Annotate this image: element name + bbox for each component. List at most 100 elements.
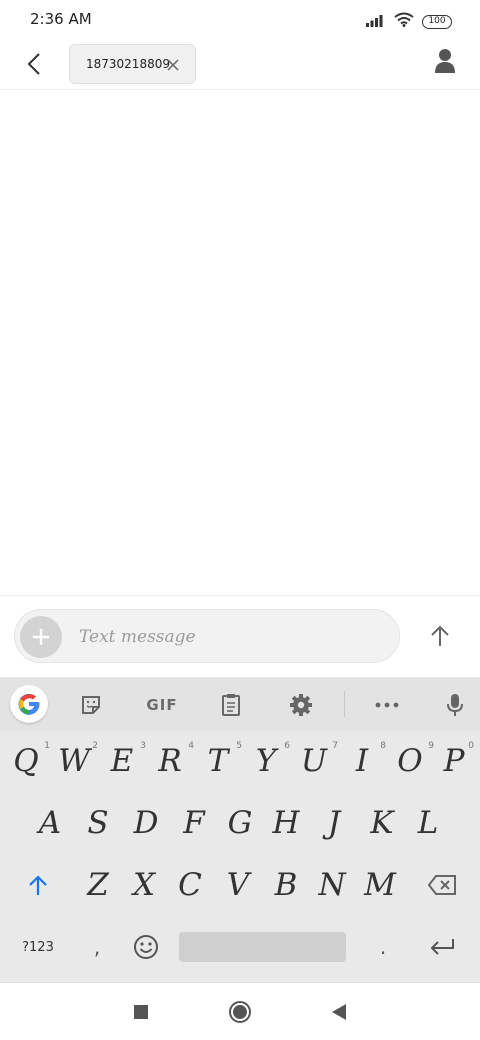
key-label: Q <box>13 743 39 779</box>
key-u[interactable]: 7U <box>292 733 338 789</box>
settings-button[interactable] <box>282 686 320 724</box>
back-button[interactable] <box>18 48 50 80</box>
key-q[interactable]: 1Q <box>4 733 50 789</box>
key-g[interactable]: G <box>218 795 262 851</box>
key-label: L <box>417 805 439 841</box>
remove-recipient-button[interactable] <box>166 57 180 71</box>
google-search-button[interactable] <box>10 685 48 723</box>
key-label: D <box>133 805 159 841</box>
key-a[interactable]: A <box>28 795 72 851</box>
close-icon <box>167 59 179 71</box>
gear-icon <box>290 694 312 716</box>
shift-arrow-icon <box>29 875 47 895</box>
symbols-key[interactable]: ?123 <box>16 925 60 969</box>
key-y[interactable]: 6Y <box>244 733 290 789</box>
key-w[interactable]: 2W <box>52 733 98 789</box>
back-nav-button[interactable] <box>324 997 354 1027</box>
status-icons: 100 <box>366 12 452 31</box>
emoji-key[interactable] <box>124 925 168 969</box>
key-k[interactable]: K <box>360 795 404 851</box>
voice-input-button[interactable] <box>436 686 474 724</box>
key-label: Y <box>255 743 277 779</box>
enter-key[interactable] <box>420 925 464 969</box>
more-button[interactable] <box>368 686 406 724</box>
key-h[interactable]: H <box>264 795 308 851</box>
key-m[interactable]: M <box>358 857 402 913</box>
recents-button[interactable] <box>126 997 156 1027</box>
key-s[interactable]: S <box>76 795 120 851</box>
key-label: I <box>355 743 369 779</box>
key-label: F <box>183 805 205 841</box>
google-icon <box>18 693 40 715</box>
key-label: G <box>227 805 253 841</box>
person-icon <box>435 49 455 73</box>
period-key[interactable]: . <box>366 925 400 969</box>
key-label: H <box>272 805 300 841</box>
key-o[interactable]: 9O <box>388 733 434 789</box>
key-c[interactable]: C <box>168 857 212 913</box>
signal-icon <box>366 12 386 31</box>
comma-key[interactable]: , <box>80 925 114 969</box>
key-d[interactable]: D <box>124 795 168 851</box>
send-button[interactable] <box>424 620 456 652</box>
key-hint: 1 <box>44 741 50 751</box>
keyboard: G I F 1 Q 2 W 3 E 4 R 5 T 6 Y 7 U 8 I 9 O … <box>0 677 480 982</box>
back-triangle-icon <box>332 1004 346 1020</box>
clipboard-icon <box>222 694 240 716</box>
message-list[interactable] <box>0 91 480 595</box>
plus-icon <box>33 629 49 645</box>
key-i[interactable]: 8I <box>340 733 386 789</box>
keyboard-toolbar: GIF <box>0 677 480 731</box>
key-label: R <box>158 743 182 779</box>
key-label: O <box>397 743 423 779</box>
key-t[interactable]: 5T <box>196 733 242 789</box>
home-button[interactable] <box>225 997 255 1027</box>
more-icon <box>375 702 399 708</box>
key-hint: 6 <box>284 741 290 751</box>
key-j[interactable]: J <box>312 795 356 851</box>
key-l[interactable]: L <box>406 795 450 851</box>
key-label: S <box>87 805 109 841</box>
symbols-label: ?123 <box>22 939 54 955</box>
wifi-icon <box>394 12 414 31</box>
recipient-chip[interactable]: 18730218809 <box>69 44 196 84</box>
key-label: X <box>132 867 156 903</box>
key-label: T <box>207 743 229 779</box>
key-hint: 7 <box>332 741 338 751</box>
mic-icon <box>447 694 463 716</box>
key-hint: 5 <box>236 741 242 751</box>
key-label: B <box>274 867 298 903</box>
key-label: V <box>226 867 250 903</box>
comma-label: , <box>93 935 101 959</box>
status-bar: 2:36 AM 100 <box>0 0 480 42</box>
message-input[interactable] <box>79 624 379 650</box>
key-b[interactable]: B <box>264 857 308 913</box>
key-label: W <box>58 743 90 779</box>
key-r[interactable]: 4R <box>148 733 194 789</box>
space-key[interactable] <box>179 932 346 962</box>
key-v[interactable]: V <box>216 857 260 913</box>
sticker-icon <box>82 696 100 714</box>
status-time: 2:36 AM <box>30 10 92 28</box>
period-label: . <box>379 935 387 959</box>
gif-button[interactable]: GIF <box>142 686 182 724</box>
key-z[interactable]: Z <box>76 857 120 913</box>
key-e[interactable]: 3E <box>100 733 146 789</box>
chevron-left-icon <box>27 53 40 75</box>
backspace-key[interactable] <box>420 857 464 913</box>
sticker-button[interactable] <box>72 686 110 724</box>
key-n[interactable]: N <box>310 857 354 913</box>
clipboard-button[interactable] <box>212 686 250 724</box>
key-p[interactable]: 0P <box>432 733 476 789</box>
smiley-icon <box>134 935 158 959</box>
recents-square-icon <box>134 1005 148 1019</box>
key-f[interactable]: F <box>172 795 216 851</box>
shift-key[interactable] <box>16 857 60 913</box>
key-hint: 2 <box>92 741 98 751</box>
add-attachment-button[interactable] <box>20 616 62 658</box>
key-hint: 8 <box>380 741 386 751</box>
key-label: C <box>178 867 202 903</box>
key-label: A <box>38 805 62 841</box>
key-x[interactable]: X <box>122 857 166 913</box>
contact-button[interactable] <box>434 48 464 82</box>
